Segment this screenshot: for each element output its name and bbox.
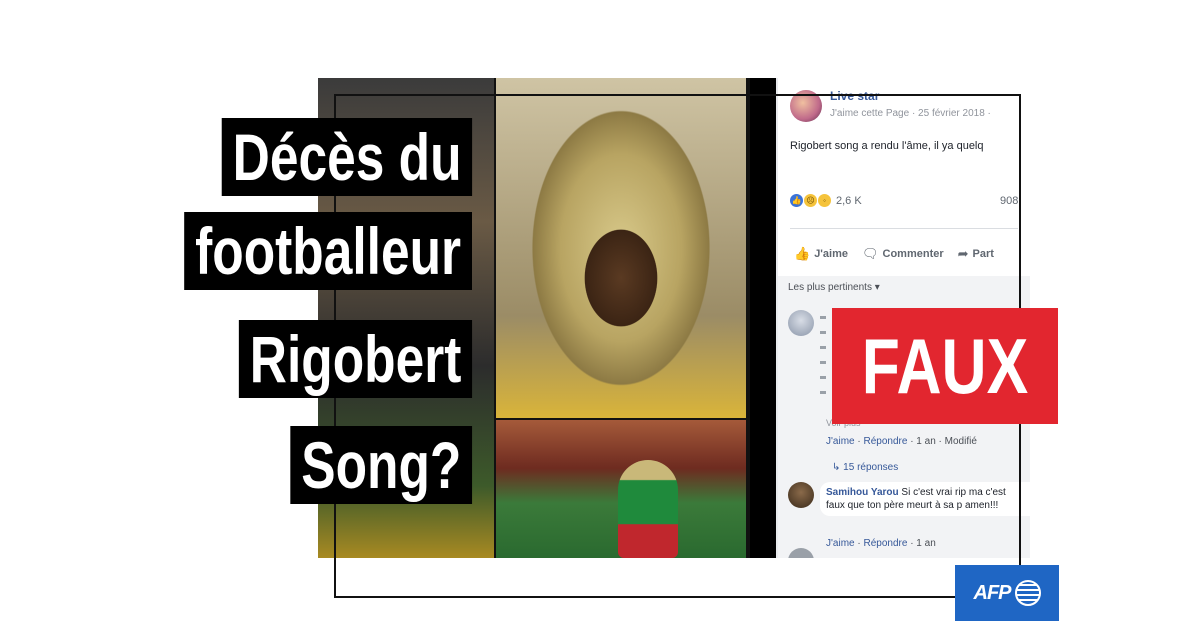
- verdict-label: FAUX: [861, 322, 1029, 410]
- afp-logo: AFP: [955, 565, 1059, 621]
- headline-line: footballeur: [184, 212, 472, 290]
- headline-line: Décès du: [221, 118, 472, 196]
- verdict-badge: FAUX: [832, 308, 1058, 424]
- headline-line: Song?: [290, 426, 472, 504]
- afp-wordmark: AFP: [973, 581, 1012, 604]
- headline-line: Rigobert: [238, 320, 472, 398]
- globe-icon: [1014, 580, 1041, 606]
